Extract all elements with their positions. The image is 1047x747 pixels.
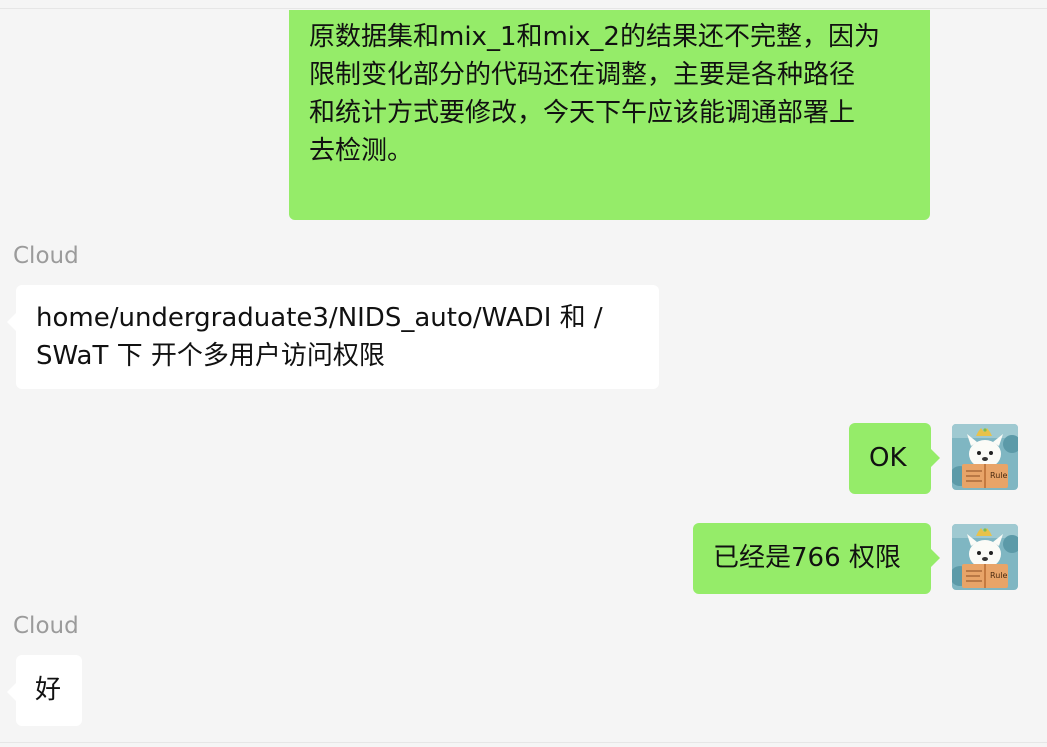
message-line: 和统计方式要修改，今天下午应该能调通部署上 <box>309 98 856 128</box>
message-line: 去检测。 <box>309 136 414 166</box>
message-line: SWaT 下 开个多用户访问权限 <box>36 341 385 371</box>
message-text: OK <box>869 443 907 473</box>
user-avatar[interactable]: Rule <box>952 524 1018 590</box>
message-line: home/undergraduate3/NIDS_auto/WADI 和 / <box>36 303 603 333</box>
outgoing-message-bubble[interactable]: 已经是766 权限 <box>693 523 940 594</box>
sender-name: Cloud <box>13 243 79 269</box>
book-title: Rule <box>990 571 1007 580</box>
user-avatar[interactable]: Rule <box>952 424 1018 490</box>
sender-name: Cloud <box>13 613 79 639</box>
bottom-divider <box>0 742 1047 743</box>
message-text: 已经是766 权限 <box>713 543 901 573</box>
incoming-message-bubble[interactable]: home/undergraduate3/NIDS_auto/WADI 和 / S… <box>7 285 659 389</box>
puppy-reading-book-icon: Rule <box>952 424 1018 490</box>
top-divider <box>0 8 1047 9</box>
incoming-message-bubble[interactable]: 好 <box>7 655 82 726</box>
message-line: 原数据集和mix_1和mix_2的结果还不完整，因为 <box>309 22 880 52</box>
outgoing-message-bubble[interactable]: 原数据集和mix_1和mix_2的结果还不完整，因为 限制变化部分的代码还在调整… <box>289 10 930 220</box>
chat-window: 原数据集和mix_1和mix_2的结果还不完整，因为 限制变化部分的代码还在调整… <box>0 0 1047 747</box>
outgoing-message-bubble[interactable]: OK <box>849 423 940 494</box>
message-line: 限制变化部分的代码还在调整，主要是各种路径 <box>309 60 856 90</box>
message-text: 好 <box>35 675 62 705</box>
book-title: Rule <box>990 471 1007 480</box>
puppy-reading-book-icon: Rule <box>952 524 1018 590</box>
